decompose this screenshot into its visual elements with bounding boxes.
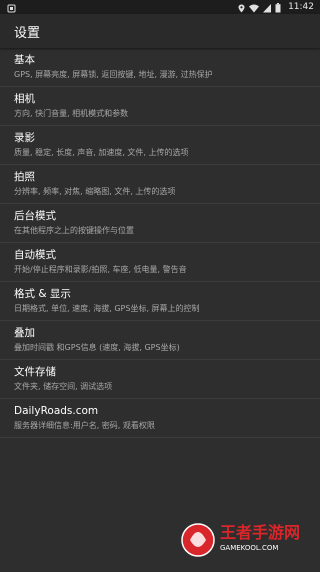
watermark-main-text: 王者手游网 <box>220 523 300 542</box>
settings-item-title: 叠加 <box>14 327 35 339</box>
settings-item-camera[interactable]: 相机 方向, 快门音量, 相机模式和参数 <box>0 87 320 126</box>
settings-item-title: DailyRoads.com <box>14 405 99 417</box>
settings-item-video[interactable]: 录影 质量, 稳定, 长度, 声音, 加速度, 文件, 上传的选项 <box>0 126 320 165</box>
settings-list: 基本 GPS, 屏幕亮度, 屏幕锁, 返回按键, 地址, 漫游, 过热保护 相机… <box>0 48 320 438</box>
settings-item-summary: 日期格式, 单位, 速度, 海拔, GPS坐标, 屏幕上的控制 <box>14 304 200 313</box>
settings-item-summary: 在其他程序之上的按键操作与位置 <box>14 226 134 235</box>
settings-item-summary: 文件夹, 储存空间, 调试选项 <box>14 382 113 391</box>
settings-item-summary: 分辨率, 频率, 对焦, 缩略图, 文件, 上传的选项 <box>14 187 176 196</box>
settings-item-title: 后台模式 <box>14 210 56 222</box>
settings-item-background-mode[interactable]: 后台模式 在其他程序之上的按键操作与位置 <box>0 204 320 243</box>
settings-item-photo[interactable]: 拍照 分辨率, 频率, 对焦, 缩略图, 文件, 上传的选项 <box>0 165 320 204</box>
settings-item-basic[interactable]: 基本 GPS, 屏幕亮度, 屏幕锁, 返回按键, 地址, 漫游, 过热保护 <box>0 48 320 87</box>
settings-item-summary: GPS, 屏幕亮度, 屏幕锁, 返回按键, 地址, 漫游, 过热保护 <box>14 70 213 79</box>
app-bar: 设置 <box>0 14 320 48</box>
watermark-logo: 王者手游网 GAMEKOOL.COM <box>178 510 320 568</box>
settings-item-title: 录影 <box>14 132 35 144</box>
status-bar: 11:42 <box>0 0 320 14</box>
settings-item-auto-mode[interactable]: 自动模式 开始/停止程序和录影/拍照, 车座, 低电量, 警告音 <box>0 243 320 282</box>
page-title: 设置 <box>14 25 41 41</box>
settings-item-format-display[interactable]: 格式 & 显示 日期格式, 单位, 速度, 海拔, GPS坐标, 屏幕上的控制 <box>0 282 320 321</box>
settings-item-title: 自动模式 <box>14 249 56 261</box>
settings-item-summary: 叠加时间戳 和GPS信息 (速度, 海拔, GPS坐标) <box>14 343 180 352</box>
settings-item-title: 相机 <box>14 93 35 105</box>
settings-item-title: 文件存储 <box>14 366 56 378</box>
settings-item-summary: 质量, 稳定, 长度, 声音, 加速度, 文件, 上传的选项 <box>14 148 189 157</box>
settings-item-summary: 方向, 快门音量, 相机模式和参数 <box>14 109 129 118</box>
settings-item-dailyroads[interactable]: DailyRoads.com 服务器详细信息:用户名, 密码, 观看权限 <box>0 399 320 438</box>
settings-item-title: 基本 <box>14 54 35 66</box>
status-time: 11:42 <box>288 2 314 12</box>
settings-item-file-storage[interactable]: 文件存储 文件夹, 储存空间, 调试选项 <box>0 360 320 399</box>
settings-item-overlay[interactable]: 叠加 叠加时间戳 和GPS信息 (速度, 海拔, GPS坐标) <box>0 321 320 360</box>
settings-item-summary: 开始/停止程序和录影/拍照, 车座, 低电量, 警告音 <box>14 265 187 274</box>
settings-item-summary: 服务器详细信息:用户名, 密码, 观看权限 <box>14 421 155 430</box>
watermark-sub-text: GAMEKOOL.COM <box>220 544 278 552</box>
settings-item-title: 拍照 <box>14 171 35 183</box>
settings-item-title: 格式 & 显示 <box>14 288 71 300</box>
